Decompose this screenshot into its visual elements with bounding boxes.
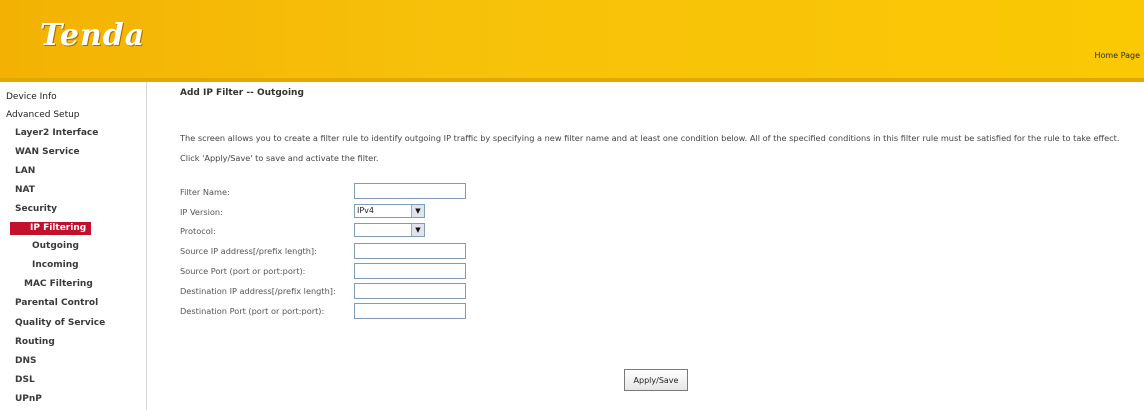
filter-name-label: Filter Name: bbox=[180, 187, 230, 197]
sidebar-item-nat[interactable]: NAT bbox=[15, 185, 35, 195]
source-ip-label: Source IP address[/prefix length]: bbox=[180, 246, 317, 256]
apply-save-button[interactable]: Apply/Save bbox=[624, 369, 688, 391]
sidebar-nav: Device Info Advanced Setup Layer2 Interf… bbox=[6, 82, 147, 410]
sidebar-item-layer2-interface[interactable]: Layer2 Interface bbox=[15, 128, 98, 138]
filter-name-input[interactable] bbox=[354, 183, 466, 199]
sidebar-item-lan[interactable]: LAN bbox=[15, 166, 35, 176]
destination-ip-input[interactable] bbox=[354, 283, 466, 299]
page-title: Add IP Filter -- Outgoing bbox=[180, 88, 304, 98]
ip-version-select[interactable]: IPv4 ▼ bbox=[354, 204, 425, 218]
destination-port-label: Destination Port (port or port:port): bbox=[180, 306, 325, 316]
ip-version-selected-value: IPv4 bbox=[357, 206, 375, 215]
chevron-down-icon[interactable]: ▼ bbox=[411, 205, 424, 217]
sidebar-item-incoming[interactable]: Incoming bbox=[32, 260, 79, 270]
sidebar-item-quality-of-service[interactable]: Quality of Service bbox=[15, 318, 105, 328]
source-port-input[interactable] bbox=[354, 263, 466, 279]
source-port-label: Source Port (port or port:port): bbox=[180, 266, 306, 276]
sidebar-item-parental-control[interactable]: Parental Control bbox=[15, 298, 98, 308]
sidebar-item-routing[interactable]: Routing bbox=[15, 337, 55, 347]
chevron-down-icon[interactable]: ▼ bbox=[411, 224, 424, 236]
destination-ip-label: Destination IP address[/prefix length]: bbox=[180, 286, 336, 296]
sidebar-item-dns[interactable]: DNS bbox=[15, 356, 37, 366]
sidebar-item-upnp[interactable]: UPnP bbox=[15, 394, 42, 404]
source-ip-input[interactable] bbox=[354, 243, 466, 259]
tenda-logo: Tenda bbox=[40, 18, 146, 53]
header-banner: Tenda Home Page bbox=[0, 0, 1144, 82]
home-page-link[interactable]: Home Page bbox=[1094, 51, 1140, 60]
protocol-label: Protocol: bbox=[180, 226, 216, 236]
sidebar-item-device-info[interactable]: Device Info bbox=[6, 92, 57, 102]
sidebar-item-ip-filtering[interactable]: IP Filtering bbox=[10, 222, 92, 235]
page-description: The screen allows you to create a filter… bbox=[180, 133, 1120, 163]
protocol-select[interactable]: ▼ bbox=[354, 223, 425, 237]
sidebar-item-security[interactable]: Security bbox=[15, 204, 57, 214]
destination-port-input[interactable] bbox=[354, 303, 466, 319]
sidebar-item-outgoing[interactable]: Outgoing bbox=[32, 241, 79, 251]
sidebar-item-mac-filtering[interactable]: MAC Filtering bbox=[24, 279, 93, 289]
sidebar-item-advanced-setup[interactable]: Advanced Setup bbox=[6, 110, 80, 120]
sidebar-item-dsl[interactable]: DSL bbox=[15, 375, 35, 385]
ip-version-label: IP Version: bbox=[180, 207, 223, 217]
sidebar-item-wan-service[interactable]: WAN Service bbox=[15, 147, 80, 157]
